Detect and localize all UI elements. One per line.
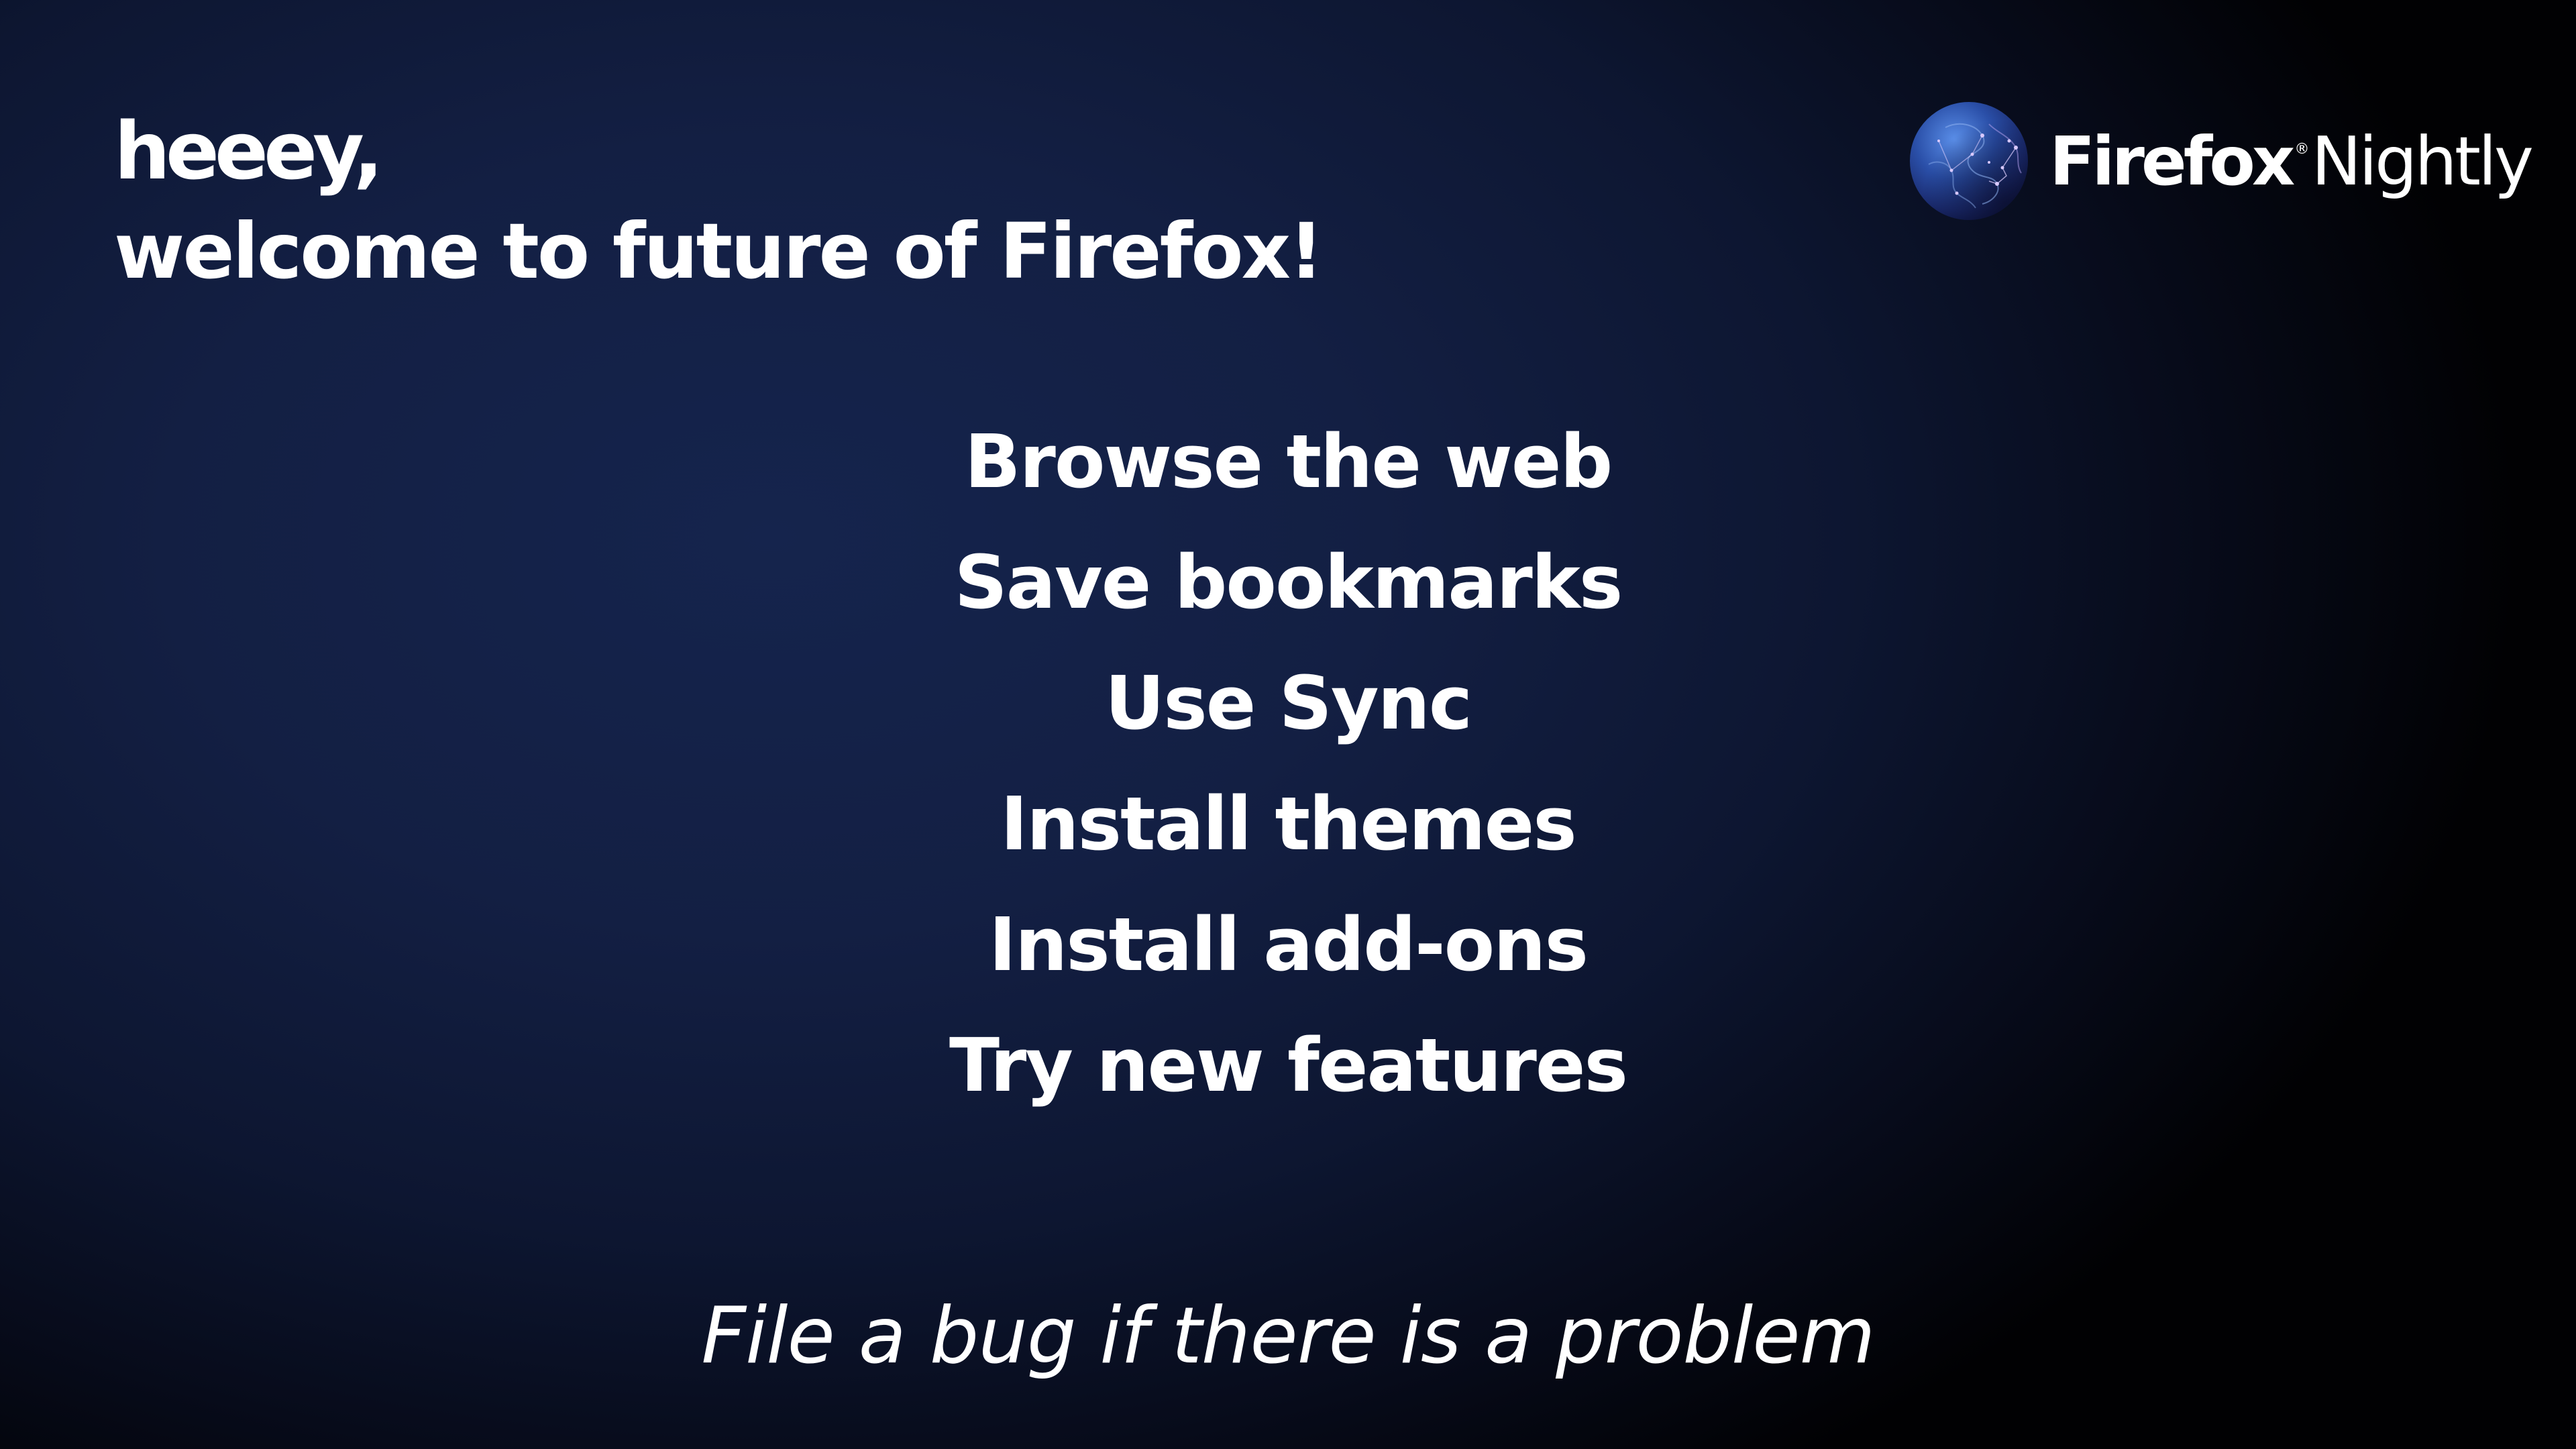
- feature-item-browse: Browse the web: [964, 419, 1613, 504]
- brand-firefox: Firefox: [2049, 121, 2295, 201]
- firefox-nightly-logo: Firefox ® Nightly: [1909, 101, 2534, 221]
- brand-nightly: Nightly: [2311, 121, 2534, 201]
- feature-item-themes: Install themes: [1000, 781, 1576, 867]
- feature-list: Browse the web Save bookmarks Use Sync I…: [0, 401, 2576, 1126]
- file-bug-note: File a bug if there is a problem: [701, 1291, 1875, 1381]
- firefox-nightly-globe-icon: [1910, 102, 2028, 220]
- feature-item-bookmarks: Save bookmarks: [954, 539, 1623, 625]
- greeting-welcome: welcome to future of Firefox!: [114, 207, 1324, 296]
- brand-wordmark: Firefox ® Nightly: [2049, 121, 2534, 201]
- greeting-hey: heeey,: [114, 105, 384, 197]
- greeting-heading: heeey, welcome to future of Firefox!: [114, 101, 1324, 302]
- feature-item-addons: Install add-ons: [989, 902, 1589, 987]
- welcome-page: heeey, welcome to future of Firefox! Fir…: [0, 0, 2576, 1449]
- feature-item-new-features: Try new features: [949, 1022, 1628, 1108]
- feature-item-sync: Use Sync: [1104, 660, 1472, 746]
- brand-trademark: ®: [2294, 140, 2309, 158]
